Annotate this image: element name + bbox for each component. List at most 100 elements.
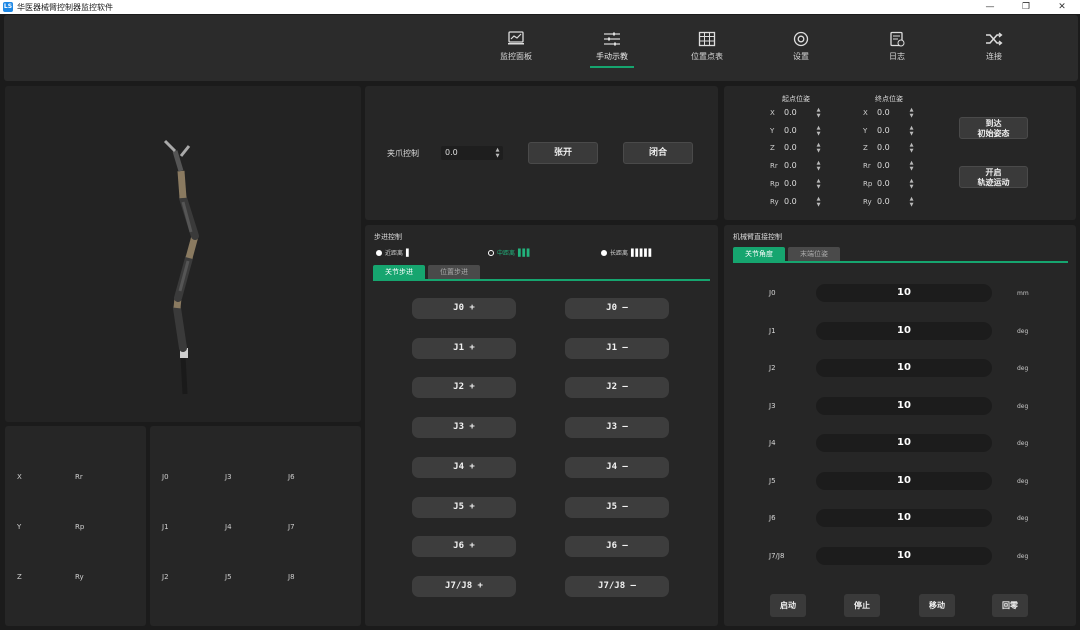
joint-row-label: J5 (769, 476, 776, 485)
nav-monitor[interactable]: 监控面板 (486, 31, 546, 62)
joint-minus-button[interactable]: J5 — (565, 496, 669, 518)
home-button[interactable]: 回零 (992, 594, 1028, 617)
spin-arrows-icon[interactable]: ▲ ▼ (815, 142, 822, 154)
move-button[interactable]: 移动 (919, 594, 955, 617)
joint-unit-label: deg (1017, 515, 1029, 522)
joint-label-j5: J5 (225, 573, 232, 581)
tab-end-pose[interactable]: 末端位姿 (788, 247, 840, 261)
joint-plus-button[interactable]: J4 + (412, 456, 516, 478)
start-pose-spinbox[interactable]: 0.0 ▲ ▼ (780, 176, 824, 191)
end-pose-spinbox[interactable]: 0.0 ▲ ▼ (873, 141, 917, 156)
spin-arrows-icon[interactable]: ▲ ▼ (908, 125, 915, 137)
go-initial-pose-button[interactable]: 到达 初始姿态 (959, 117, 1028, 139)
shuffle-icon (986, 32, 1003, 46)
joint-minus-button[interactable]: J2 — (565, 377, 669, 399)
start-pose-spinbox[interactable]: 0.0 ▲ ▼ (780, 106, 824, 120)
maximize-icon[interactable]: ❐ (1008, 2, 1044, 12)
nav-log[interactable]: 日志 (867, 31, 927, 62)
nav-manual-teach[interactable]: 手动示教 (582, 31, 642, 68)
spin-arrows-icon[interactable]: ▲ ▼ (815, 160, 822, 172)
app-logo-icon: LS (3, 2, 13, 12)
joint-label-j1: J1 (162, 523, 169, 531)
joint-value-field[interactable]: 10 (816, 509, 992, 527)
nav-position-table[interactable]: 位置点表 (677, 31, 737, 62)
end-pose-spinbox[interactable]: 0.0 ▲ ▼ (873, 176, 917, 191)
joint-value-field[interactable]: 10 (816, 284, 992, 302)
joint-plus-button[interactable]: J3 + (412, 417, 516, 439)
joint-minus-button[interactable]: J1 — (565, 337, 669, 359)
nav-connect[interactable]: 连接 (964, 31, 1024, 62)
joint-plus-button[interactable]: J6 + (412, 536, 516, 558)
app-window: LS 华医器械臂控制器监控软件 — ❐ ✕ 监控面板 手动示教 位置点表 设置 … (0, 0, 1080, 630)
joint-plus-button[interactable]: J0 + (412, 298, 516, 319)
joint-label-j8: J8 (288, 573, 295, 581)
joint-minus-button[interactable]: J7/J8 — (565, 575, 669, 597)
joint-plus-button[interactable]: J1 + (412, 337, 516, 359)
radio-far-label: 长距离 (610, 250, 629, 257)
joint-row-label: J0 (769, 289, 776, 297)
spin-arrows-icon[interactable]: ▲ ▼ (908, 178, 915, 190)
joint-plus-button[interactable]: J7/J8 + (412, 575, 516, 597)
joint-minus-button[interactable]: J4 — (565, 456, 669, 478)
end-pose-spinbox[interactable]: 0.0 ▲ ▼ (873, 123, 917, 138)
gripper-control-panel: 夹爪控制 0.0 ▲ ▼ 张开 闭合 (365, 86, 718, 220)
spin-arrows-icon[interactable]: ▲ ▼ (494, 147, 501, 159)
tab-joint-step[interactable]: 关节步进 (373, 265, 425, 279)
stop-button[interactable]: 停止 (844, 594, 880, 617)
minimize-icon[interactable]: — (972, 2, 1008, 12)
spin-arrows-icon[interactable]: ▲ ▼ (815, 178, 822, 190)
joint-unit-label: mm (1017, 290, 1029, 297)
start-pose-spinbox[interactable]: 0.0 ▲ ▼ (780, 141, 824, 156)
start-pose-spinbox[interactable]: 0.0 ▲ ▼ (780, 159, 824, 174)
tab-joint-angle[interactable]: 关节角度 (733, 247, 785, 261)
spin-arrows-icon[interactable]: ▲ ▼ (908, 196, 915, 208)
joint-plus-button[interactable]: J5 + (412, 496, 516, 518)
gripper-close-button[interactable]: 闭合 (623, 142, 693, 164)
spin-arrows-icon[interactable]: ▲ ▼ (815, 196, 822, 208)
start-pose-value: 0.0 (784, 108, 797, 117)
tab-position-step[interactable]: 位置步进 (428, 265, 480, 279)
joint-minus-button[interactable]: J0 — (565, 298, 669, 319)
gripper-open-button[interactable]: 张开 (528, 142, 598, 164)
spin-arrows-icon[interactable]: ▲ ▼ (908, 142, 915, 154)
start-button[interactable]: 启动 (770, 594, 806, 617)
nav-settings[interactable]: 设置 (771, 31, 831, 62)
pose-label-x: X (17, 473, 22, 481)
end-axis-label: Ry (863, 197, 872, 206)
end-axis-label: Rp (863, 179, 873, 188)
joint-value-field[interactable]: 10 (816, 396, 992, 415)
joint-unit-label: deg (1017, 402, 1029, 410)
spin-arrows-icon[interactable]: ▲ ▼ (908, 160, 915, 172)
start-pose-spinbox[interactable]: 0.0 ▲ ▼ (780, 123, 824, 138)
joint-value-field[interactable]: 10 (816, 321, 992, 340)
joint-label-j3: J3 (225, 473, 232, 481)
top-navigation: 监控面板 手动示教 位置点表 设置 日志 连接 (4, 15, 1078, 81)
gripper-value-spinbox[interactable]: 0.0 ▲ ▼ (441, 146, 503, 160)
spin-arrows-icon[interactable]: ▲ ▼ (908, 107, 915, 119)
end-pose-spinbox[interactable]: 0.0 ▲ ▼ (873, 106, 917, 120)
end-pose-spinbox[interactable]: 0.0 ▲ ▼ (873, 159, 917, 174)
spin-arrows-icon[interactable]: ▲ ▼ (815, 125, 822, 137)
joint-value-field[interactable]: 10 (816, 434, 992, 452)
joint-value-field[interactable]: 10 (816, 471, 992, 490)
nav-label: 连接 (986, 52, 1002, 61)
radio-far[interactable]: 长距离 ▌▌▌▌▌ (601, 248, 654, 257)
start-pose-value: 0.0 (784, 143, 797, 153)
joint-plus-button[interactable]: J2 + (412, 377, 516, 399)
joint-minus-button[interactable]: J3 — (565, 417, 669, 439)
radio-medium[interactable]: 中距离 ▌▌▌ (488, 248, 532, 257)
close-icon[interactable]: ✕ (1044, 2, 1080, 12)
joint-value-field[interactable]: 10 (816, 359, 992, 377)
table-icon (698, 31, 716, 47)
radio-near[interactable]: 近距离 ▌ (376, 248, 412, 257)
joint-minus-button[interactable]: J6 — (565, 536, 669, 558)
start-pose-spinbox[interactable]: 0.0 ▲ ▼ (780, 194, 824, 209)
joint-label-j4: J4 (225, 523, 232, 531)
end-pose-spinbox[interactable]: 0.0 ▲ ▼ (873, 194, 917, 209)
robot-3d-viewer[interactable] (5, 86, 361, 422)
pose-label-ry: Ry (75, 573, 84, 581)
end-pose-title: 终点位姿 (875, 95, 903, 103)
joint-value-field[interactable]: 10 (816, 546, 992, 565)
spin-arrows-icon[interactable]: ▲ ▼ (815, 107, 822, 119)
start-trajectory-button[interactable]: 开启 轨迹运动 (959, 166, 1028, 188)
